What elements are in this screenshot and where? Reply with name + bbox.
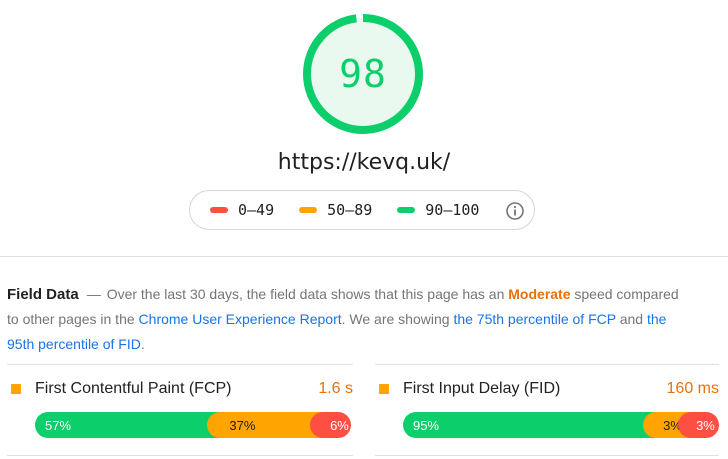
legend-range-label: 90–100: [425, 201, 480, 219]
fcp-percentile-link[interactable]: the 75th percentile of FCP: [453, 311, 615, 327]
performance-score: 98: [339, 52, 387, 96]
metric-name: First Input Delay (FID): [403, 380, 561, 397]
field-data-summary: Field Data — Over the last 30 days, the fi…: [7, 282, 687, 357]
distribution-bar: 57% 37% 6%: [35, 412, 351, 438]
metric-value: 1.6 s: [318, 380, 353, 397]
metric-divider: [375, 364, 719, 365]
slow-segment: 6%: [310, 412, 351, 438]
average-indicator-icon: [379, 384, 389, 394]
slow-segment: 3%: [678, 412, 719, 438]
legend-item-fail: 0–49: [210, 201, 274, 219]
legend-item-pass: 90–100: [397, 201, 479, 219]
metric-divider: [7, 455, 353, 456]
metric-divider: [7, 364, 353, 365]
metric-divider: [375, 455, 719, 456]
speed-rating: Moderate: [508, 286, 571, 302]
fast-segment: 95%: [403, 412, 657, 438]
score-legend: 0–49 50–89 90–100: [189, 190, 535, 230]
crux-report-link[interactable]: Chrome User Experience Report: [139, 311, 342, 327]
average-segment: 37%: [207, 412, 324, 438]
distribution-bar: 95% 3% 3%: [403, 412, 719, 438]
metric-fid: First Input Delay (FID) 160 ms 95% 3% 3%: [375, 364, 719, 456]
summary-text: Over the last 30 days, the field data sh…: [106, 286, 505, 302]
legend-item-average: 50–89: [299, 201, 372, 219]
summary-text: . We are showing: [341, 311, 450, 327]
average-indicator-icon: [11, 384, 21, 394]
legend-swatch-green: [397, 207, 416, 213]
section-divider: [0, 256, 728, 257]
metric-name: First Contentful Paint (FCP): [35, 380, 232, 397]
info-icon[interactable]: [505, 201, 525, 221]
legend-swatch-red: [210, 207, 228, 213]
metric-value: 160 ms: [666, 380, 719, 397]
field-data-title: Field Data: [7, 286, 79, 303]
legend-range-label: 50–89: [327, 201, 373, 219]
summary-text: .: [140, 336, 145, 352]
summary-text: and: [619, 311, 644, 327]
title-dash: —: [86, 286, 101, 302]
legend-range-label: 0–49: [238, 201, 275, 219]
legend-swatch-orange: [299, 207, 318, 213]
fast-segment: 57%: [35, 412, 221, 438]
metric-fcp: First Contentful Paint (FCP) 1.6 s 57% 3…: [7, 364, 353, 456]
page-url: https://kevq.uk/: [277, 150, 451, 175]
